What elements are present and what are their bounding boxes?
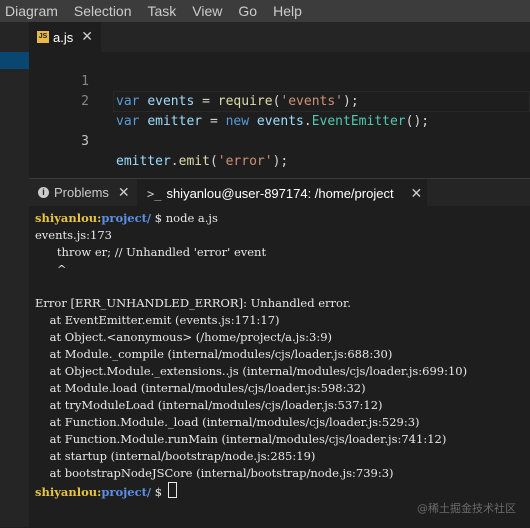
terminal-icon: >_ xyxy=(147,186,162,201)
terminal-line: at Function.Module.runMain (internal/mod… xyxy=(35,432,447,446)
info-icon: i xyxy=(38,187,49,198)
terminal-line: at tryModuleLoad (internal/modules/cjs/l… xyxy=(35,398,383,412)
code-line: 1 var events = require('events'); xyxy=(29,52,530,109)
explorer-selected-item[interactable] xyxy=(0,52,29,69)
watermark: @稀土掘金技术社区 xyxy=(417,502,516,515)
line-number: 3 xyxy=(81,134,89,149)
menu-task[interactable]: Task xyxy=(140,0,185,22)
terminal-line: at EventEmitter.emit (events.js:171:17) xyxy=(35,313,280,327)
terminal-line: at Module.load (internal/modules/cjs/loa… xyxy=(35,381,366,395)
bottom-panel: i Problems ✕ >_ shiyanlou@user-897174: /… xyxy=(29,178,530,528)
terminal-cursor xyxy=(167,482,177,498)
terminal-line: at startup (internal/bootstrap/node.js:2… xyxy=(35,449,316,463)
tab-problems[interactable]: i Problems ✕ xyxy=(29,179,136,206)
menu-help[interactable]: Help xyxy=(265,0,310,22)
menu-diagram[interactable]: Diagram xyxy=(0,0,66,22)
terminal-line: at bootstrapNodeJSCore (internal/bootstr… xyxy=(35,466,394,480)
prompt-command: node a.js xyxy=(165,211,218,225)
tab-terminal[interactable]: >_ shiyanlou@user-897174: /home/project … xyxy=(137,179,427,207)
terminal-prompt-line: shiyanlou:project/ $ xyxy=(35,482,177,499)
menu-selection[interactable]: Selection xyxy=(66,0,140,22)
menu-bar: Diagram Selection Task View Go Help xyxy=(0,0,530,22)
terminal-line: at Function.Module._load (internal/modul… xyxy=(35,415,420,429)
code-text: emitter.emit('error'); xyxy=(116,154,289,169)
tab-problems-label: Problems xyxy=(54,185,109,200)
current-line-highlight xyxy=(113,91,530,112)
close-icon[interactable]: ✕ xyxy=(81,29,93,45)
menu-go[interactable]: Go xyxy=(230,0,265,22)
terminal-output[interactable]: shiyanlou:project/ $ node a.js events.js… xyxy=(29,206,530,528)
code-editor[interactable]: 1 var events = require('events'); 2 var … xyxy=(29,52,530,178)
prompt-path: project/ xyxy=(101,211,152,225)
close-icon[interactable]: ✕ xyxy=(410,186,422,202)
terminal-line: events.js:173 xyxy=(35,228,112,242)
panel-tab-bar: i Problems ✕ >_ shiyanlou@user-897174: /… xyxy=(29,179,530,207)
prompt-path: project/ xyxy=(101,485,152,499)
terminal-prompt-line: shiyanlou:project/ $ node a.js xyxy=(35,210,218,227)
terminal-line: throw er; // Unhandled 'error' event xyxy=(35,245,267,259)
code-line: 2 var emitter = new events.EventEmitter(… xyxy=(29,72,530,129)
terminal-line: Error [ERR_UNHANDLED_ERROR]: Unhandled e… xyxy=(35,296,351,310)
terminal-line: at Object.<anonymous> (/home/project/a.j… xyxy=(35,330,333,344)
terminal-line: at Object.Module._extensions..js (intern… xyxy=(35,364,468,378)
explorer-sidebar xyxy=(0,22,29,527)
prompt-user: shiyanlou xyxy=(35,485,98,499)
code-line: 3 emitter.emit('error'); xyxy=(29,91,530,169)
terminal-line: ^ xyxy=(35,262,67,276)
prompt-symbol: $ xyxy=(151,211,166,225)
editor-tab-a-js[interactable]: JS a.js ✕ xyxy=(29,22,101,52)
terminal-line: at Module._compile (internal/modules/cjs… xyxy=(35,347,393,361)
js-file-icon: JS xyxy=(37,31,49,43)
menu-view[interactable]: View xyxy=(184,0,230,22)
editor-tab-bar: JS a.js ✕ xyxy=(29,22,530,52)
code-text: var emitter = new events.EventEmitter(); xyxy=(116,114,430,129)
prompt-symbol: $ xyxy=(151,485,166,499)
editor-tab-label: a.js xyxy=(53,29,74,45)
prompt-user: shiyanlou xyxy=(35,211,98,225)
close-icon[interactable]: ✕ xyxy=(118,185,130,201)
tab-terminal-label: shiyanlou@user-897174: /home/project xyxy=(166,186,394,201)
